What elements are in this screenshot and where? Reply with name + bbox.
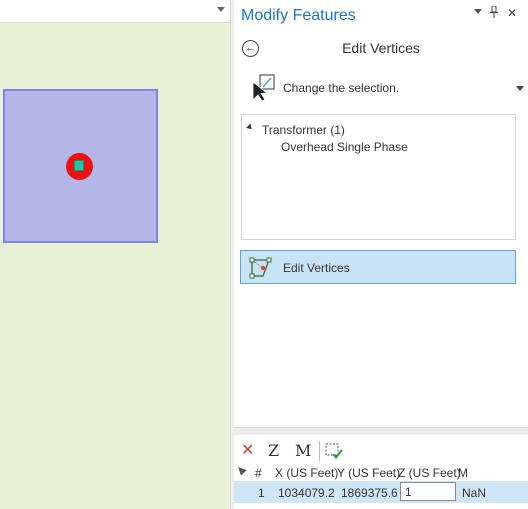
edit-vertices-button[interactable]: Edit Vertices <box>240 250 516 284</box>
cell-y[interactable]: 1869375.67 <box>341 486 397 500</box>
m-values-button[interactable]: M <box>295 443 311 459</box>
column-header-number[interactable]: # <box>255 466 262 480</box>
cell-x[interactable]: 1034079.22 <box>278 486 334 500</box>
edit-vertices-icon <box>249 257 272 279</box>
section-divider <box>234 427 528 435</box>
vertex-table-header: # X (US Feet) Y (US Feet) Z (US Feet) M <box>234 463 528 481</box>
tree-expand-icon[interactable] <box>246 123 254 132</box>
cell-m[interactable]: NaN <box>462 486 486 500</box>
column-header-z[interactable]: Z (US Feet) <box>398 466 461 480</box>
select-all-icon[interactable] <box>235 464 247 476</box>
modify-features-pane: Modify Features ✕ Edit Vertices ← Change… <box>234 0 528 509</box>
change-selection-icon <box>252 74 275 102</box>
change-selection-dropdown[interactable]: Change the selection. <box>248 74 524 102</box>
column-header-y[interactable]: Y (US Feet) <box>337 466 400 480</box>
finish-shape-icon[interactable] <box>324 442 344 460</box>
pin-icon[interactable] <box>489 5 499 21</box>
edit-vertices-label: Edit Vertices <box>283 261 350 275</box>
column-header-x[interactable]: X (US Feet) <box>275 466 338 480</box>
tab-list-dropdown-icon[interactable] <box>217 7 225 12</box>
vertex-table: # X (US Feet) Y (US Feet) Z (US Feet) M … <box>234 463 528 509</box>
selected-vertex-handle[interactable] <box>74 160 84 171</box>
change-selection-label: Change the selection. <box>283 81 400 95</box>
column-header-m[interactable]: M <box>458 466 468 480</box>
selection-tree: Transformer (1) Overhead Single Phase <box>241 114 516 240</box>
z-values-button[interactable]: Z <box>268 443 279 459</box>
table-row[interactable]: 1 1034079.22 1869375.67 NaN <box>234 481 528 503</box>
close-icon[interactable]: ✕ <box>507 6 517 20</box>
tree-feature-item[interactable]: Overhead Single Phase <box>281 140 408 154</box>
back-arrow-icon: ← <box>245 42 256 54</box>
pin-glyph <box>490 5 498 18</box>
toolbar-separator <box>319 441 320 461</box>
tree-layer-item[interactable]: Transformer (1) <box>262 123 345 137</box>
pane-title: Modify Features <box>241 7 356 24</box>
map-view[interactable] <box>0 0 230 509</box>
back-button[interactable]: ← <box>242 40 259 57</box>
cell-vertex-number: 1 <box>258 486 265 500</box>
map-tab-strip <box>0 0 230 23</box>
tool-title: Edit Vertices <box>342 40 420 56</box>
vertex-toolbar: ✕ Z M <box>234 438 528 464</box>
z-value-input[interactable] <box>400 482 456 501</box>
pane-options-dropdown-icon[interactable] <box>474 9 482 14</box>
delete-vertex-button[interactable]: ✕ <box>241 443 254 459</box>
chevron-down-icon <box>516 86 524 91</box>
